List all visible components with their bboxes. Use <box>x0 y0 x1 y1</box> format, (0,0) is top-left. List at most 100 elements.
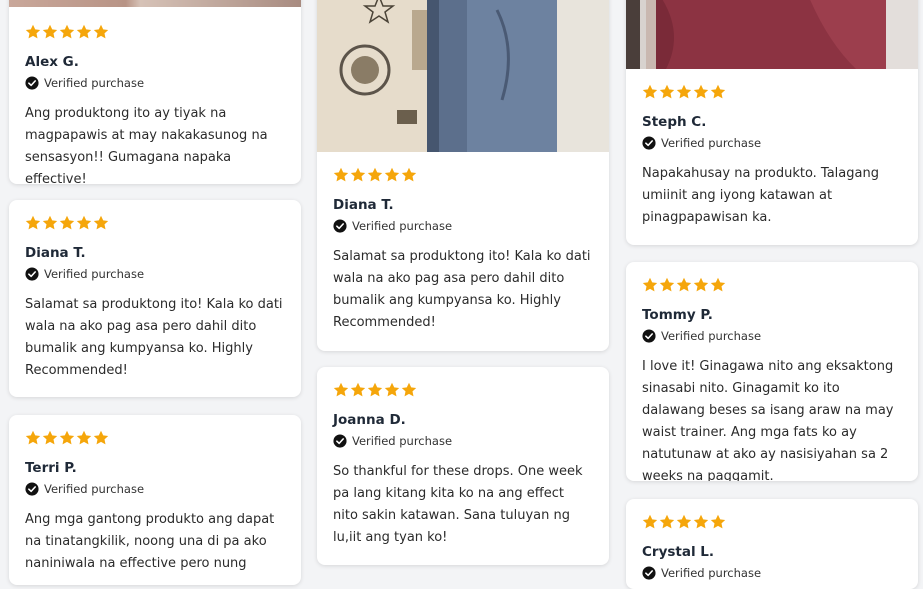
star-rating <box>333 166 593 184</box>
reviewer-name: Crystal L. <box>642 544 715 560</box>
star-icon <box>42 430 58 446</box>
review-text: Salamat sa produktong ito! Kala ko dati … <box>333 249 591 330</box>
star-rating <box>25 429 285 447</box>
review-text: Salamat sa produktong ito! Kala ko dati … <box>25 297 283 378</box>
verified-badge: Verified purchase <box>642 565 902 581</box>
star-icon <box>42 215 58 231</box>
review-card: Steph C. Verified purchase Napakahusay n… <box>626 0 918 245</box>
star-icon <box>401 167 417 183</box>
verified-badge: Verified purchase <box>333 433 593 449</box>
star-icon <box>42 24 58 40</box>
check-circle-icon <box>333 434 347 448</box>
star-icon <box>25 215 41 231</box>
review-text: So thankful for these drops. One week pa… <box>333 464 583 545</box>
check-circle-icon <box>25 482 39 496</box>
reviewer-name: Terri P. <box>25 460 77 476</box>
star-icon <box>93 215 109 231</box>
review-card: Diana T. Verified purchase Salamat sa pr… <box>317 0 609 351</box>
review-card: Joanna D. Verified purchase So thankful … <box>317 367 609 565</box>
review-card: Terri P. Verified purchase Ang mga ganto… <box>9 415 301 585</box>
star-icon <box>710 277 726 293</box>
star-icon <box>642 84 658 100</box>
reviewer-name: Diana T. <box>333 197 394 213</box>
star-icon <box>710 514 726 530</box>
verified-label: Verified purchase <box>661 136 762 150</box>
review-text: I love it! Ginagawa nito ang eksaktong s… <box>642 359 894 481</box>
verified-label: Verified purchase <box>44 76 145 90</box>
reviewer-name: Tommy P. <box>642 307 713 323</box>
star-icon <box>693 84 709 100</box>
star-icon <box>25 430 41 446</box>
review-card: Crystal L. Verified purchase <box>626 499 918 589</box>
verified-label: Verified purchase <box>352 434 453 448</box>
check-circle-icon <box>642 136 656 150</box>
verified-badge: Verified purchase <box>25 481 285 497</box>
reviewer-name: Diana T. <box>25 245 86 261</box>
star-rating <box>333 381 593 399</box>
star-rating <box>25 214 285 232</box>
star-icon <box>367 382 383 398</box>
star-icon <box>659 277 675 293</box>
star-rating <box>25 23 285 41</box>
review-photo-image <box>626 0 918 69</box>
reviewer-name: Alex G. <box>25 54 79 70</box>
star-icon <box>384 167 400 183</box>
review-card: Diana T. Verified purchase Salamat sa pr… <box>9 200 301 397</box>
review-text: Ang mga gantong produkto ang dapat na ti… <box>25 512 275 571</box>
star-icon <box>693 277 709 293</box>
star-icon <box>384 382 400 398</box>
star-icon <box>659 84 675 100</box>
review-photo[interactable] <box>9 0 301 7</box>
review-card: Alex G. Verified purchase Ang produktong… <box>9 0 301 184</box>
star-icon <box>333 382 349 398</box>
star-icon <box>350 167 366 183</box>
reviewer-name: Steph C. <box>642 114 707 130</box>
star-icon <box>676 277 692 293</box>
verified-label: Verified purchase <box>44 267 145 281</box>
review-photo[interactable] <box>626 0 918 69</box>
verified-label: Verified purchase <box>352 219 453 233</box>
star-rating <box>642 83 902 101</box>
star-icon <box>642 514 658 530</box>
star-icon <box>367 167 383 183</box>
reviewer-name: Joanna D. <box>333 412 406 428</box>
review-photo[interactable] <box>317 0 609 152</box>
verified-badge: Verified purchase <box>333 218 593 234</box>
star-icon <box>93 430 109 446</box>
verified-badge: Verified purchase <box>642 328 902 344</box>
star-icon <box>676 514 692 530</box>
star-icon <box>76 24 92 40</box>
review-photo-image <box>317 0 609 152</box>
check-circle-icon <box>333 219 347 233</box>
star-icon <box>676 84 692 100</box>
verified-label: Verified purchase <box>661 329 762 343</box>
star-icon <box>59 24 75 40</box>
star-icon <box>25 24 41 40</box>
star-icon <box>693 514 709 530</box>
star-icon <box>642 277 658 293</box>
star-icon <box>333 167 349 183</box>
review-text: Napakahusay na produkto. Talagang umiini… <box>642 166 879 225</box>
verified-badge: Verified purchase <box>25 266 285 282</box>
star-icon <box>59 430 75 446</box>
star-icon <box>401 382 417 398</box>
verified-badge: Verified purchase <box>25 75 285 91</box>
verified-label: Verified purchase <box>44 482 145 496</box>
star-icon <box>76 215 92 231</box>
review-text: Ang produktong ito ay tiyak na magpapawi… <box>25 106 268 184</box>
star-icon <box>710 84 726 100</box>
verified-label: Verified purchase <box>661 566 762 580</box>
review-card: Tommy P. Verified purchase I love it! Gi… <box>626 262 918 481</box>
star-icon <box>59 215 75 231</box>
verified-badge: Verified purchase <box>642 135 902 151</box>
check-circle-icon <box>25 267 39 281</box>
star-rating <box>642 513 902 531</box>
star-icon <box>350 382 366 398</box>
check-circle-icon <box>642 566 656 580</box>
star-icon <box>93 24 109 40</box>
check-circle-icon <box>642 329 656 343</box>
check-circle-icon <box>25 76 39 90</box>
star-icon <box>76 430 92 446</box>
star-icon <box>659 514 675 530</box>
star-rating <box>642 276 902 294</box>
